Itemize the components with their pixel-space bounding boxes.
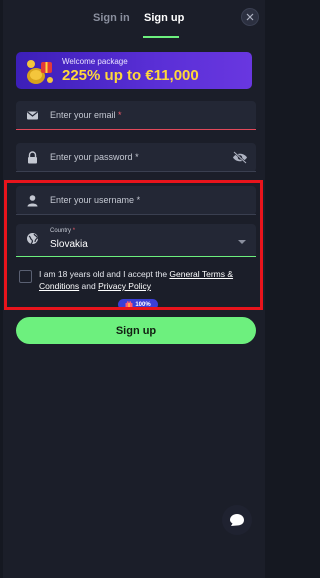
banner-subtitle: Welcome package	[62, 57, 128, 66]
chat-icon	[230, 514, 244, 526]
signup-button[interactable]: Sign up	[16, 317, 256, 344]
gift-money-icon	[27, 60, 53, 84]
tab-signup[interactable]: Sign up	[144, 12, 184, 24]
active-tab-indicator	[143, 36, 179, 38]
password-underline	[16, 171, 256, 172]
email-placeholder: Enter your email *	[50, 110, 122, 120]
welcome-banner[interactable]: Welcome package 225% up to €11,000	[16, 52, 252, 89]
tab-signin[interactable]: Sign in	[93, 12, 130, 24]
auth-tabs: Sign in Sign up	[3, 0, 265, 38]
email-field[interactable]: Enter your email *	[16, 101, 256, 130]
eye-off-icon[interactable]	[232, 151, 248, 164]
close-icon	[246, 13, 254, 21]
password-field[interactable]: Enter your password *	[16, 143, 256, 172]
chat-button[interactable]	[222, 505, 252, 535]
lock-icon	[28, 151, 37, 164]
password-placeholder: Enter your password *	[50, 152, 139, 162]
banner-offer: 225% up to €11,000	[62, 67, 199, 84]
email-underline	[16, 129, 256, 130]
mail-icon	[27, 111, 38, 120]
close-button[interactable]	[241, 8, 259, 26]
highlight-box	[4, 180, 263, 310]
